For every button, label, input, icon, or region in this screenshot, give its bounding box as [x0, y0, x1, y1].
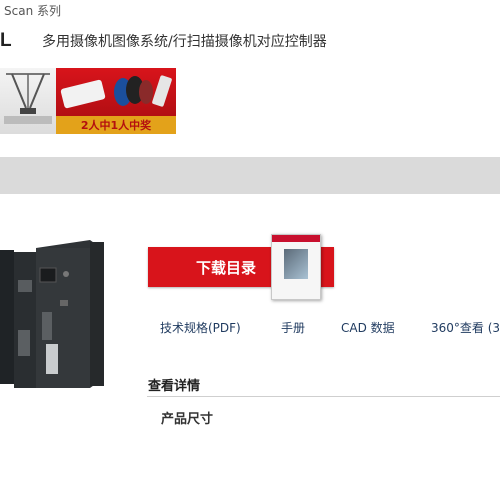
catalog-header-band: [272, 235, 320, 242]
details-heading: 查看详情: [148, 379, 201, 394]
download-catalog-label: 下载目录: [196, 259, 257, 277]
robot-arm-image: [0, 68, 56, 134]
manual-link[interactable]: 手册: [281, 319, 305, 336]
product-description: 多用摄像机图像系统/行扫描摄像机对应控制器: [42, 34, 327, 50]
series-label: Scan 系列: [4, 4, 61, 18]
view-360-link[interactable]: 360°查看 (3: [431, 319, 500, 336]
specs-pdf-link[interactable]: 技术规格(PDF): [160, 319, 241, 336]
catalog-thumbnail[interactable]: [271, 234, 321, 300]
promo-banner[interactable]: 2人中1人中奖: [0, 68, 176, 134]
product-dimensions-link[interactable]: 产品尺寸: [161, 408, 213, 427]
cad-data-link[interactable]: CAD 数据: [341, 319, 395, 336]
divider: [147, 396, 500, 397]
catalog-cover-image: [284, 249, 308, 279]
model-name: L: [0, 30, 12, 51]
section-bar: [0, 157, 500, 194]
promo-caption: 2人中1人中奖: [80, 119, 152, 132]
controller-product-image: [0, 240, 108, 390]
